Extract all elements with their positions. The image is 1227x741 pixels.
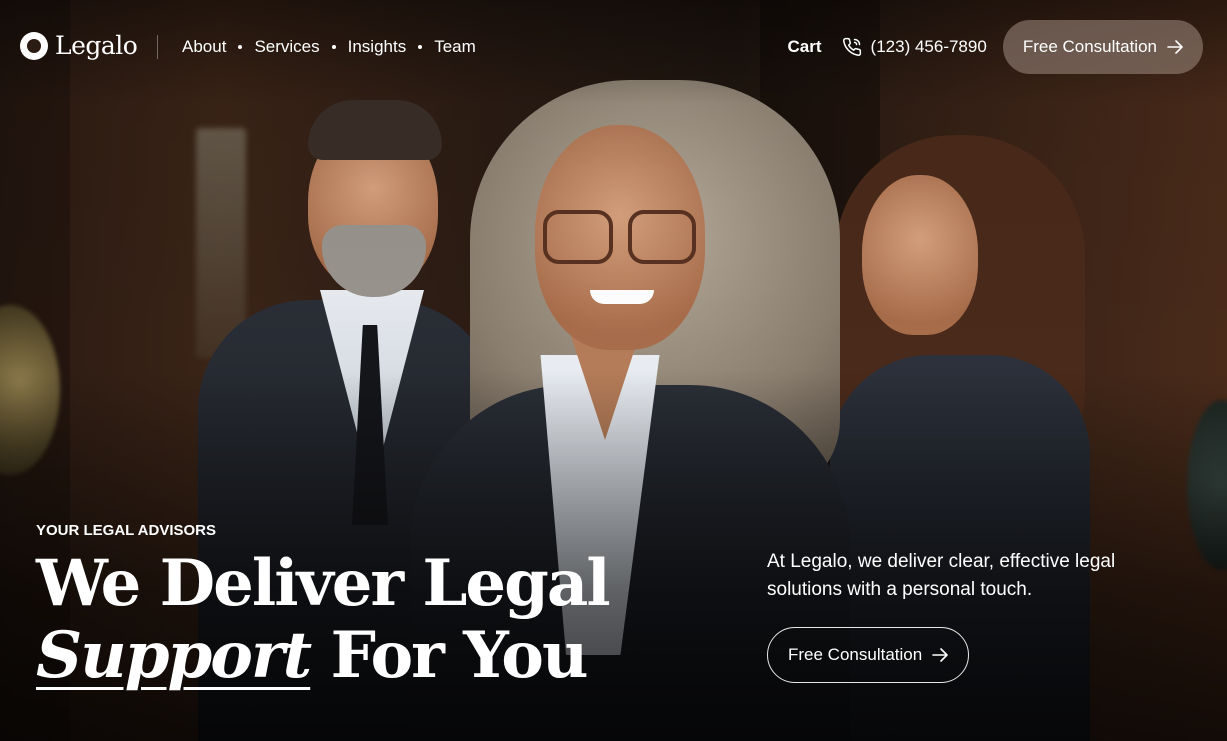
headline-rest: For You — [330, 618, 589, 693]
nav-separator-dot — [238, 45, 243, 49]
cart-link[interactable]: Cart — [788, 37, 822, 57]
free-consultation-button-hero[interactable]: Free Consultation — [767, 627, 970, 683]
main-nav: About Services Insights Team — [182, 37, 476, 57]
hero-headline: We Deliver Legal Support For You — [36, 546, 611, 693]
button-label: Free Consultation — [788, 645, 923, 664]
free-consultation-button-header[interactable]: Free Consultation — [1002, 20, 1203, 74]
brand-logo[interactable]: Legalo — [20, 31, 138, 60]
logo-ring-icon — [20, 31, 48, 60]
phone-link[interactable]: (123) 456-7890 — [842, 37, 987, 57]
arrow-right-icon — [932, 648, 948, 662]
headline-line-1: We Deliver Legal — [36, 546, 611, 621]
nav-item-about[interactable]: About — [182, 37, 226, 57]
nav-item-insights[interactable]: Insights — [348, 37, 407, 57]
phone-number: (123) 456-7890 — [870, 37, 987, 56]
arrow-right-icon — [1167, 40, 1183, 54]
button-label: Free Consultation — [1022, 37, 1157, 56]
nav-separator-dot — [331, 45, 336, 49]
nav-separator-dot — [418, 45, 423, 49]
hero-description: At Legalo, we deliver clear, effective l… — [767, 551, 1116, 600]
nav-item-services[interactable]: Services — [254, 37, 319, 57]
header-actions: Cart (123) 456-7890 Free Consultation — [788, 20, 1203, 74]
site-header: Legalo About Services Insights Team Cart… — [0, 0, 1227, 94]
phone-icon — [842, 37, 861, 56]
headline-emphasis: Support — [36, 618, 312, 693]
brand-name: Legalo — [55, 31, 138, 60]
header-divider — [157, 35, 158, 59]
hero-eyebrow: YOUR LEGAL ADVISORS — [36, 522, 217, 539]
nav-item-team[interactable]: Team — [434, 37, 476, 57]
